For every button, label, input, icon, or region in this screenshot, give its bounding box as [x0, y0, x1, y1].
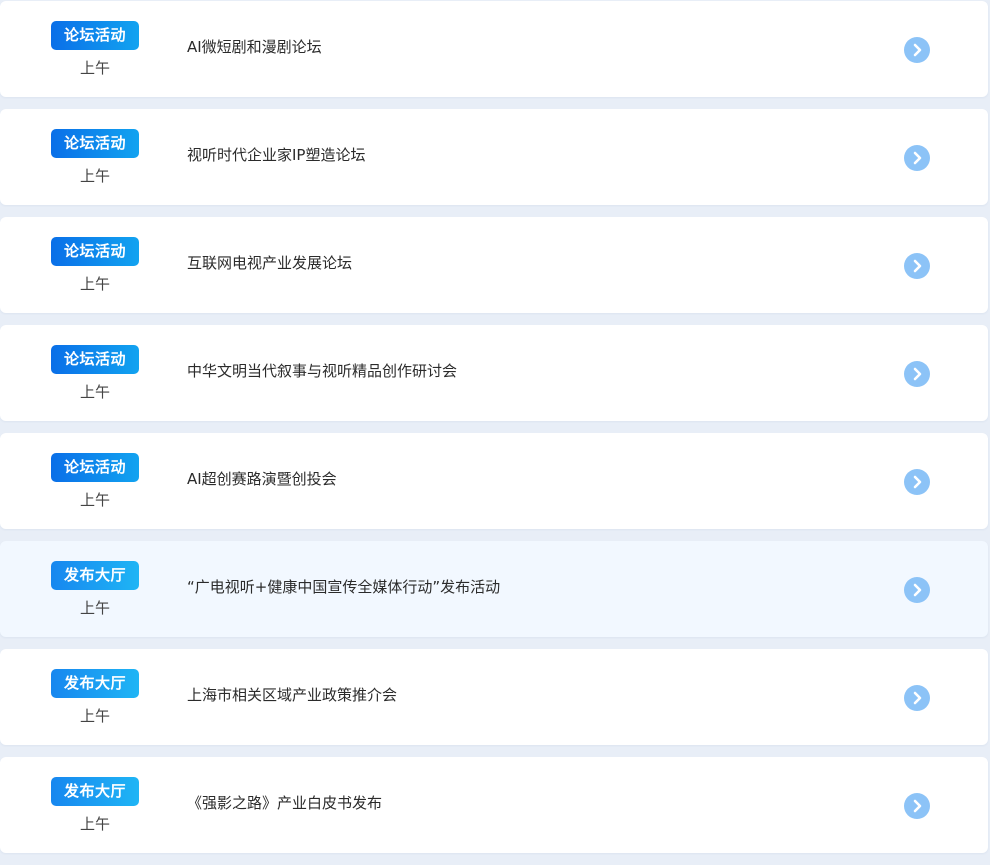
event-category-badge: 发布大厅 [51, 669, 139, 698]
event-title[interactable]: AI微短剧和漫剧论坛 [187, 36, 322, 57]
event-time: 上午 [79, 59, 110, 77]
event-category-badge: 论坛活动 [51, 345, 139, 374]
chevron-right-circle-icon[interactable] [904, 253, 930, 279]
event-title[interactable]: AI超创赛路演暨创投会 [187, 468, 337, 489]
event-category-badge: 论坛活动 [51, 21, 139, 50]
event-title[interactable]: “广电视听+健康中国宣传全媒体行动”发布活动 [187, 576, 500, 597]
chevron-right-circle-icon[interactable] [904, 145, 930, 171]
event-title[interactable]: 视听时代企业家IP塑造论坛 [187, 144, 365, 165]
event-category-badge: 论坛活动 [51, 453, 139, 482]
chevron-right-circle-icon[interactable] [904, 577, 930, 603]
event-title[interactable]: 中华文明当代叙事与视听精品创作研讨会 [187, 360, 457, 381]
event-time: 上午 [79, 275, 110, 293]
event-time: 上午 [79, 383, 110, 401]
event-row[interactable]: 发布大厅上午 上海市相关区域产业政策推介会 [0, 649, 988, 745]
event-category-badge: 发布大厅 [51, 777, 139, 806]
event-time: 上午 [79, 167, 110, 185]
chevron-right-circle-icon[interactable] [904, 361, 930, 387]
event-category-badge: 发布大厅 [51, 561, 139, 590]
event-row[interactable]: 发布大厅上午 “广电视听+健康中国宣传全媒体行动”发布活动 [0, 541, 988, 637]
event-time: 上午 [79, 815, 110, 833]
event-category-badge: 论坛活动 [51, 129, 139, 158]
chevron-right-circle-icon[interactable] [904, 685, 930, 711]
event-row[interactable]: 论坛活动上午 中华文明当代叙事与视听精品创作研讨会 [0, 325, 988, 421]
event-title[interactable]: 互联网电视产业发展论坛 [187, 252, 352, 273]
event-row[interactable]: 论坛活动上午 互联网电视产业发展论坛 [0, 217, 988, 313]
event-row[interactable]: 论坛活动上午 AI超创赛路演暨创投会 [0, 433, 988, 529]
event-category-badge: 论坛活动 [51, 237, 139, 266]
event-list: 论坛活动 上午 AI微短剧和漫剧论坛 论坛活动 上午 视听时代企业家IP塑造论坛 论坛活动上… [0, 1, 988, 865]
event-time: 上午 [79, 491, 110, 509]
event-row[interactable]: 论坛活动上午 视听时代企业家IP塑造论坛 [0, 109, 988, 205]
event-title[interactable]: 上海市相关区域产业政策推介会 [187, 684, 397, 705]
chevron-right-circle-icon[interactable] [904, 793, 930, 819]
event-row[interactable]: 发布大厅上午 《强影之路》产业白皮书发布 [0, 757, 988, 853]
event-time: 上午 [79, 599, 110, 617]
event-row[interactable]: 论坛活动上午 AI微短剧和漫剧论坛 [0, 1, 988, 97]
chevron-right-circle-icon[interactable] [904, 469, 930, 495]
event-time: 上午 [79, 707, 110, 725]
event-title[interactable]: 《强影之路》产业白皮书发布 [187, 792, 382, 813]
chevron-right-circle-icon[interactable] [904, 37, 930, 63]
